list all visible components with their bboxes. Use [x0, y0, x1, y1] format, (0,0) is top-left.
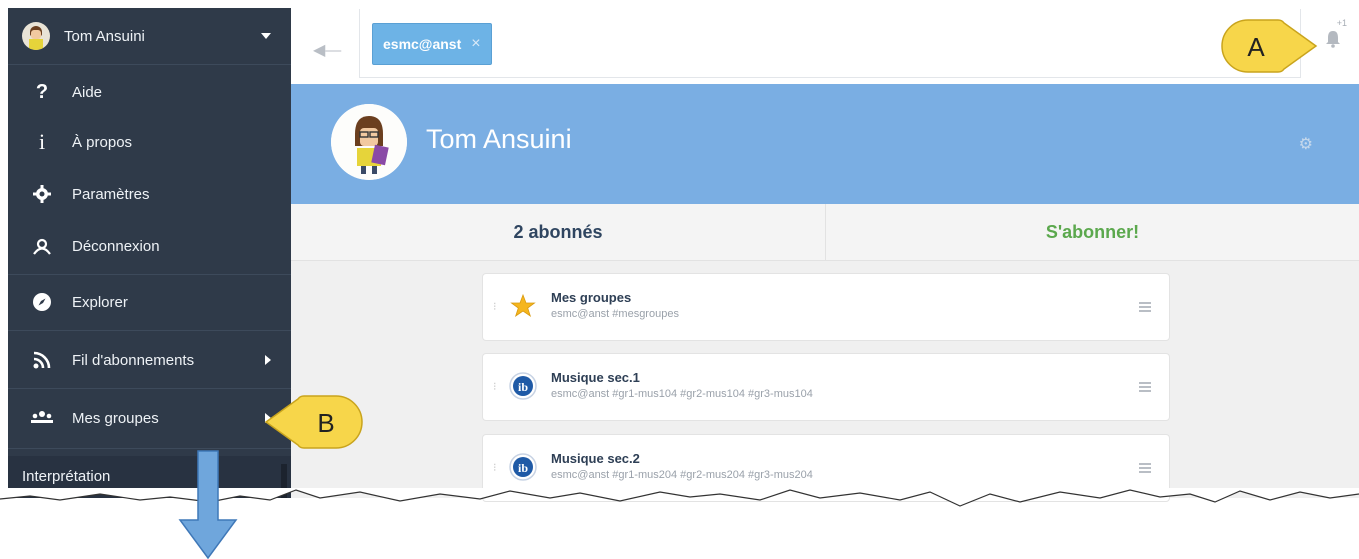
sidebar-item-deconnexion[interactable]: Déconnexion	[8, 226, 291, 266]
user-name: Tom Ansuini	[64, 27, 145, 45]
sidebar-item-mes-groupes[interactable]: Mes groupes	[8, 396, 291, 440]
callout-b-label: B	[317, 408, 334, 438]
rss-icon	[28, 351, 56, 369]
drag-handle-icon[interactable]: ⁝	[493, 380, 497, 393]
sidebar-item-explorer[interactable]: Explorer	[8, 280, 291, 324]
group-tags: esmc@anst #mesgroupes	[551, 308, 679, 320]
hamburger-menu-icon[interactable]	[1139, 302, 1151, 314]
sidebar-item-a-propos[interactable]: i À propos	[8, 122, 291, 162]
filter-chip[interactable]: esmc@anst ×	[372, 23, 492, 65]
top-bar: ◀— esmc@anst × +1	[291, 8, 1359, 85]
drag-handle-icon[interactable]: ⁝	[493, 461, 497, 474]
settings-gear-icon[interactable]: ⚙	[1299, 134, 1313, 154]
group-card[interactable]: ⁝ ib Musique sec.1 esmc@anst #gr1-mus104…	[482, 353, 1170, 421]
sidebar-item-label: Fil d'abonnements	[72, 351, 195, 369]
notification-count: +1	[1336, 18, 1347, 28]
chevron-down-icon[interactable]	[261, 33, 271, 39]
sidebar-item-label: Aide	[72, 83, 103, 101]
sidebar: Tom Ansuini ? Aide i À propos Paramètres…	[8, 8, 291, 498]
profile-name: Tom Ansuini	[426, 124, 572, 154]
sidebar-item-aide[interactable]: ? Aide	[8, 72, 291, 112]
gear-icon	[28, 185, 56, 203]
drag-handle-icon[interactable]: ⁝	[493, 300, 497, 313]
user-avatar	[22, 22, 50, 50]
down-arrow-icon	[178, 450, 238, 559]
sidebar-item-label: Paramètres	[72, 185, 150, 203]
hamburger-menu-icon[interactable]	[1139, 463, 1151, 475]
svg-text:ib: ib	[518, 380, 528, 394]
group-card[interactable]: ⁝ Mes groupes esmc@anst #mesgroupes	[482, 273, 1170, 341]
compass-icon	[28, 292, 56, 312]
user-menu[interactable]: Tom Ansuini	[8, 8, 291, 64]
sidebar-item-parametres[interactable]: Paramètres	[8, 174, 291, 214]
ib-logo-icon: ib	[509, 372, 537, 400]
sidebar-item-label: Déconnexion	[72, 237, 160, 255]
main-panel: ◀— esmc@anst × +1 Tom Ansuini ⚙ 2 abonné…	[291, 8, 1359, 502]
callout-a: A	[1221, 19, 1318, 73]
question-icon: ?	[35, 80, 49, 103]
profile-banner: Tom Ansuini ⚙	[291, 84, 1359, 204]
chevron-right-icon	[265, 355, 271, 365]
ib-logo-icon: ib	[509, 453, 537, 481]
sidebar-item-fil-abonnements[interactable]: Fil d'abonnements	[8, 338, 291, 382]
group-tags: esmc@anst #gr1-mus204 #gr2-mus204 #gr3-m…	[551, 469, 813, 481]
tab-bar: esmc@anst ×	[359, 9, 1301, 78]
sidebar-item-label: Explorer	[72, 293, 128, 311]
group-tags: esmc@anst #gr1-mus104 #gr2-mus104 #gr3-m…	[551, 388, 813, 400]
back-arrow-icon[interactable]: ◀—	[313, 40, 341, 60]
close-icon[interactable]: ×	[471, 35, 480, 53]
group-title: Musique sec.2	[551, 451, 640, 466]
group-title: Mes groupes	[551, 290, 632, 305]
subscribe-button[interactable]: S'abonner!	[826, 204, 1359, 260]
logout-icon	[28, 237, 56, 255]
chip-label: esmc@anst	[383, 36, 462, 52]
callout-b: B	[264, 395, 363, 449]
profile-avatar	[331, 104, 407, 180]
callout-a-label: A	[1247, 32, 1265, 62]
sidebar-item-label: Mes groupes	[72, 409, 159, 427]
star-icon	[510, 293, 536, 317]
bell-icon[interactable]	[1325, 30, 1341, 48]
svg-text:ib: ib	[518, 461, 528, 475]
group-title: Musique sec.1	[551, 370, 640, 385]
sidebar-item-label: À propos	[72, 133, 133, 151]
hamburger-menu-icon[interactable]	[1139, 382, 1151, 394]
info-icon: i	[38, 129, 46, 154]
stats-bar: 2 abonnés S'abonner!	[291, 204, 1359, 261]
followers-count[interactable]: 2 abonnés	[291, 204, 826, 260]
group-icon	[28, 410, 56, 426]
sidebar-item-label: Interprétation	[22, 468, 111, 485]
